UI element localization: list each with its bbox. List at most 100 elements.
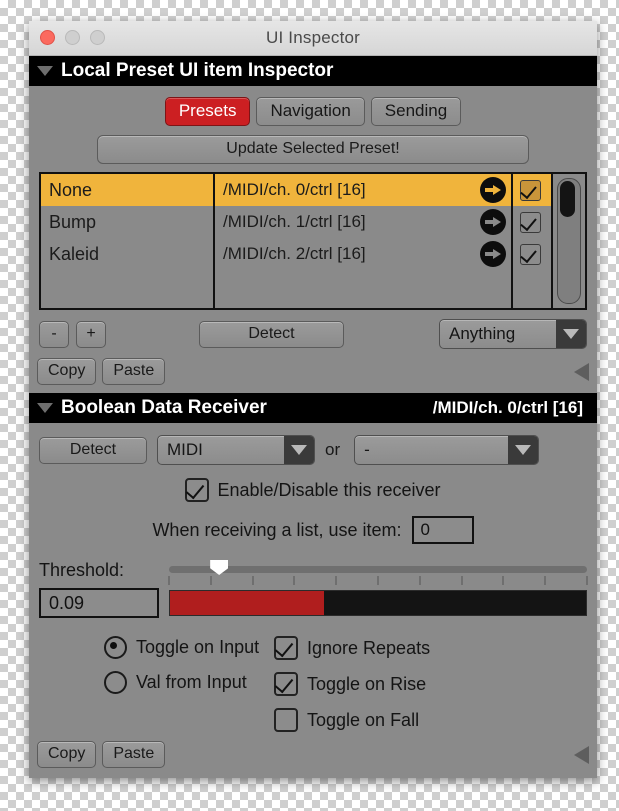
receiver-section-title: Boolean Data Receiver xyxy=(61,397,267,418)
or-label: or xyxy=(325,440,341,459)
inspector-section-title: Local Preset UI item Inspector xyxy=(61,60,334,81)
receiver-panel: Detect MIDI or - Enable/Disable this rec… xyxy=(29,423,597,776)
table-row[interactable]: None xyxy=(41,174,213,206)
tab-sending[interactable]: Sending xyxy=(370,97,462,126)
threshold-label: Threshold: xyxy=(39,560,125,580)
preset-enable-checkbox[interactable] xyxy=(520,179,541,201)
slider-tick xyxy=(251,576,254,585)
window-titlebar[interactable]: UI Inspector xyxy=(29,21,597,56)
threshold-input[interactable]: 0.09 xyxy=(39,588,159,618)
table-row[interactable]: /MIDI/ch. 1/ctrl [16] xyxy=(215,206,511,238)
receiver-alt-source-value: - xyxy=(364,440,370,459)
scrollbar-thumb[interactable] xyxy=(560,181,575,217)
table-row[interactable] xyxy=(513,174,551,206)
table-row[interactable]: /MIDI/ch. 0/ctrl [16] xyxy=(215,174,511,206)
receiver-section-path: /MIDI/ch. 0/ctrl [16] xyxy=(432,398,583,417)
chevron-down-icon[interactable] xyxy=(37,66,53,76)
receiver-copy-paste-row: Copy Paste xyxy=(29,732,597,776)
update-selected-preset-button[interactable]: Update Selected Preset! xyxy=(97,135,529,164)
threshold-slider[interactable] xyxy=(168,558,588,587)
checkbox-ignore-repeats[interactable] xyxy=(274,636,298,660)
preset-name: Bump xyxy=(49,211,97,232)
arrow-right-icon[interactable] xyxy=(480,241,506,267)
slider-tick xyxy=(168,576,170,585)
option-label: Toggle on Rise xyxy=(307,673,427,694)
add-preset-button[interactable]: + xyxy=(76,320,106,348)
meter-fill xyxy=(170,591,324,615)
checkbox-toggle-on-rise[interactable] xyxy=(274,672,298,696)
preset-list[interactable]: None Bump Kaleid /MIDI/ch. 0/ctrl [16] /… xyxy=(39,172,587,310)
paste-button[interactable]: Paste xyxy=(102,741,166,768)
detect-button[interactable]: Detect xyxy=(199,320,344,348)
slider-tick xyxy=(544,576,547,585)
slider-tick xyxy=(293,576,296,585)
list-item-input[interactable]: 0 xyxy=(411,516,474,544)
preset-enable-checkbox[interactable] xyxy=(520,243,541,265)
copy-button[interactable]: Copy xyxy=(37,358,97,385)
ui-inspector-window: UI Inspector Local Preset UI item Inspec… xyxy=(29,21,597,778)
slider-track[interactable] xyxy=(169,566,587,573)
preset-name: Kaleid xyxy=(49,243,100,264)
filter-type-select[interactable]: Anything xyxy=(439,319,587,349)
option-toggle-on-fall[interactable]: Toggle on Fall xyxy=(274,708,430,732)
chevron-down-icon[interactable] xyxy=(556,320,586,348)
slider-tick xyxy=(460,576,463,585)
slider-tick xyxy=(377,576,379,585)
preset-name-column: None Bump Kaleid xyxy=(41,174,215,308)
chevron-down-icon[interactable] xyxy=(37,403,53,413)
receiver-options: Toggle on Input Val from Input Ignore Re… xyxy=(29,618,597,732)
enable-receiver-checkbox[interactable] xyxy=(185,478,210,502)
option-ignore-repeats[interactable]: Ignore Repeats xyxy=(274,636,430,660)
list-item-row: When receiving a list, use item: 0 xyxy=(29,502,597,544)
receiver-mode-radios: Toggle on Input Val from Input xyxy=(29,636,274,732)
option-toggle-on-rise[interactable]: Toggle on Rise xyxy=(274,672,430,696)
tab-navigation[interactable]: Navigation xyxy=(256,97,365,126)
enable-receiver-label: Enable/Disable this receiver xyxy=(217,479,441,500)
paste-button[interactable]: Paste xyxy=(102,358,166,385)
preset-path: /MIDI/ch. 0/ctrl [16] xyxy=(223,180,366,199)
resize-grip-icon[interactable] xyxy=(574,362,589,381)
option-label: Ignore Repeats xyxy=(307,637,431,658)
inspector-tabs: Presets Navigation Sending xyxy=(29,86,597,135)
threshold-meter xyxy=(169,590,587,616)
table-row[interactable]: Kaleid xyxy=(41,238,213,270)
receiver-source-select[interactable]: MIDI xyxy=(157,435,315,465)
radio-toggle-on-input[interactable] xyxy=(104,636,127,659)
option-label: Val from Input xyxy=(136,672,247,692)
receiver-source-row: Detect MIDI or - xyxy=(29,423,597,465)
checkbox-toggle-on-fall[interactable] xyxy=(274,708,298,732)
arrow-right-icon[interactable] xyxy=(480,209,506,235)
option-val-from-input[interactable]: Val from Input xyxy=(104,671,274,694)
slider-tick xyxy=(502,576,505,585)
threshold-block: Threshold: 0.09 xyxy=(29,544,597,618)
filter-type-value: Anything xyxy=(449,324,516,343)
table-row[interactable] xyxy=(513,206,551,238)
preset-list-scrollbar[interactable] xyxy=(551,174,585,308)
list-item-label: When receiving a list, use item: xyxy=(152,519,402,540)
preset-enable-column xyxy=(513,174,551,308)
tab-presets[interactable]: Presets xyxy=(164,97,251,126)
radio-val-from-input[interactable] xyxy=(104,671,127,694)
chevron-down-icon[interactable] xyxy=(508,436,539,464)
copy-button[interactable]: Copy xyxy=(37,741,97,768)
table-row[interactable]: Bump xyxy=(41,206,213,238)
receiver-detect-button[interactable]: Detect xyxy=(39,436,147,464)
table-row[interactable]: /MIDI/ch. 2/ctrl [16] xyxy=(215,238,511,270)
preset-path: /MIDI/ch. 1/ctrl [16] xyxy=(223,212,366,231)
receiver-section-header[interactable]: Boolean Data Receiver /MIDI/ch. 0/ctrl [… xyxy=(29,393,597,423)
inspector-section-header[interactable]: Local Preset UI item Inspector xyxy=(29,56,597,86)
arrow-right-icon[interactable] xyxy=(480,177,506,203)
window-title: UI Inspector xyxy=(265,28,361,47)
scrollbar-track[interactable] xyxy=(557,178,581,304)
slider-tick xyxy=(209,576,212,585)
preset-enable-checkbox[interactable] xyxy=(520,211,541,233)
remove-preset-button[interactable]: - xyxy=(39,320,69,348)
chevron-down-icon[interactable] xyxy=(284,436,314,464)
resize-grip-icon[interactable] xyxy=(574,745,589,764)
table-row[interactable] xyxy=(513,238,551,270)
receiver-alt-source-select[interactable]: - xyxy=(354,435,540,465)
receiver-source-value: MIDI xyxy=(167,440,203,459)
option-toggle-on-input[interactable]: Toggle on Input xyxy=(104,636,274,659)
slider-tick xyxy=(586,576,588,585)
inspector-panel: Presets Navigation Sending Update Select… xyxy=(29,86,597,393)
